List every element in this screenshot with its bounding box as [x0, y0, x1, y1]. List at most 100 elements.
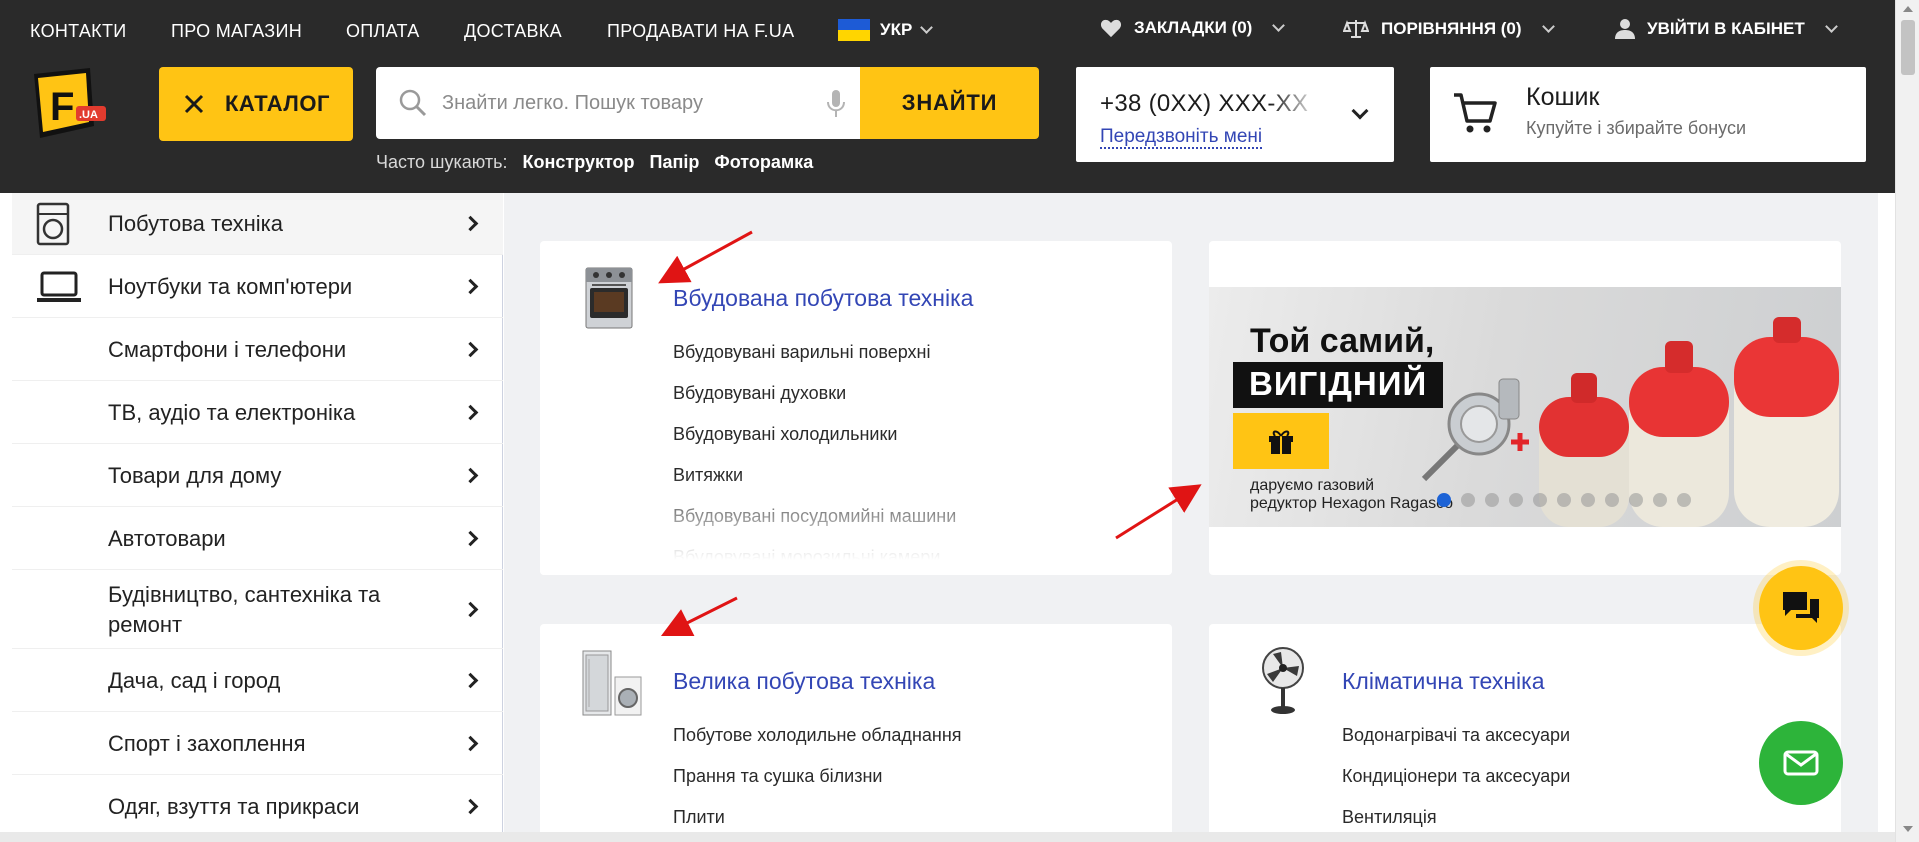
subcategory-link[interactable]: Вбудовувані морозильні камери [673, 537, 956, 575]
category-title-climate[interactable]: Кліматична техніка [1342, 668, 1545, 695]
fan-icon[interactable] [1259, 646, 1307, 716]
subcategory-link[interactable]: Водонагрівачі та аксесуари [1342, 715, 1570, 756]
popular-tag-paper[interactable]: Папір [650, 152, 700, 173]
search-input[interactable] [442, 91, 802, 115]
nav-link-payment[interactable]: ОПЛАТА [346, 21, 420, 42]
subcategory-list: Вбудовувані варильні поверхні Вбудовуван… [673, 332, 956, 575]
site-logo[interactable]: F .UA [28, 64, 110, 144]
carousel-dot[interactable] [1461, 493, 1475, 507]
carousel-dot[interactable] [1605, 493, 1619, 507]
subcategory-link[interactable]: Кондиціонери та аксесуари [1342, 756, 1570, 797]
subcategory-link[interactable]: Витяжки [673, 455, 956, 496]
chevron-right-icon [462, 735, 479, 752]
carousel-dot[interactable] [1485, 493, 1499, 507]
sidebar-item-laptops[interactable]: Ноутбуки та комп'ютери [12, 256, 503, 318]
subcategory-link[interactable]: Вбудовувані холодильники [673, 414, 956, 455]
logo-badge: .UA [79, 109, 98, 121]
oven-icon[interactable] [584, 266, 634, 330]
horizontal-scrollbar[interactable] [0, 832, 1895, 842]
compare-link[interactable]: ПОРІВНЯННЯ (0) [1343, 18, 1555, 40]
scales-icon [1343, 20, 1369, 38]
category-sidebar: Побутова техніка Ноутбуки та комп'ютери … [12, 193, 503, 842]
site-header: КОНТАКТИ ПРО МАГАЗИН ОПЛАТА ДОСТАВКА ПРО… [0, 0, 1895, 193]
sidebar-item-home-goods[interactable]: Товари для дому [12, 445, 503, 507]
sidebar-item-label: Ноутбуки та комп'ютери [108, 273, 353, 299]
language-label: УКР [880, 20, 913, 39]
carousel-dot[interactable] [1653, 493, 1667, 507]
chevron-down-icon [1272, 19, 1286, 32]
gas-regulator-image [1421, 378, 1520, 482]
sidebar-item-tv-audio[interactable]: ТВ, аудіо та електроніка [12, 382, 503, 444]
sidebar-item-appliances[interactable]: Побутова техніка [12, 193, 503, 255]
sidebar-item-label: Будівництво, сантехніка та ремонт [108, 581, 381, 637]
category-title-builtin[interactable]: Вбудована побутова техніка [673, 285, 973, 312]
sidebar-item-label: Дача, сад і город [108, 667, 281, 693]
subcategory-link[interactable]: Вбудовувані посудомийні машини [673, 496, 956, 537]
carousel-dot[interactable] [1629, 493, 1643, 507]
heart-icon [1100, 19, 1122, 38]
nav-link-sell-on-fua[interactable]: ПРОДАВАТИ НА F.UA [607, 21, 794, 42]
chevron-right-icon [462, 278, 479, 295]
carousel-dot[interactable] [1581, 493, 1595, 507]
category-title-large-appliances[interactable]: Велика побутова техніка [673, 668, 935, 695]
subcategory-link[interactable]: Побутове холодильне обладнання [673, 715, 962, 756]
bookmarks-link[interactable]: ЗАКЛАДКИ (0) [1100, 18, 1286, 38]
sidebar-item-smartphones[interactable]: Смартфони і телефони [12, 319, 503, 381]
banner-heading: Той самий, [1250, 322, 1435, 360]
popular-tag-photo-frame[interactable]: Фоторамка [714, 152, 813, 173]
carousel-dot[interactable] [1437, 493, 1451, 507]
chevron-down-icon[interactable] [1351, 102, 1369, 120]
carousel-dot[interactable] [1509, 493, 1523, 507]
carousel-dot[interactable] [1533, 493, 1547, 507]
cart-button[interactable]: Кошик Купуйте і збирайте бонуси [1430, 67, 1866, 162]
scroll-up-arrow-icon[interactable] [1903, 6, 1913, 12]
carousel-dot[interactable] [1557, 493, 1571, 507]
chevron-right-icon [462, 672, 479, 689]
microphone-icon[interactable] [826, 89, 846, 119]
logo-letter: F [50, 85, 74, 129]
fridge-washer-icon[interactable] [581, 649, 643, 717]
gift-badge [1233, 413, 1329, 469]
search-submit-button[interactable]: ЗНАЙТИ [860, 67, 1039, 139]
subcategory-link[interactable]: Вбудовувані варильні поверхні [673, 332, 956, 373]
sidebar-item-garden[interactable]: Дача, сад і город [12, 650, 503, 712]
category-content: Вбудована побутова техніка Вбудовувані в… [504, 193, 1878, 842]
close-icon [184, 94, 204, 114]
nav-link-delivery[interactable]: ДОСТАВКА [464, 21, 562, 42]
contact-mail-button[interactable] [1759, 721, 1843, 805]
carousel-dot[interactable] [1677, 493, 1691, 507]
ukraine-flag-icon [838, 19, 870, 41]
chat-button[interactable] [1759, 566, 1843, 650]
sidebar-item-construction[interactable]: Будівництво, сантехніка та ремонт [12, 571, 503, 649]
nav-link-contacts[interactable]: КОНТАКТИ [30, 21, 127, 42]
scroll-down-arrow-icon[interactable] [1903, 826, 1913, 832]
language-selector[interactable]: УКР [838, 19, 934, 41]
subcategory-link[interactable]: Вбудовувані духовки [673, 373, 956, 414]
search-box [376, 67, 860, 139]
sidebar-item-label: Одяг, взуття та прикраси [108, 793, 360, 819]
sidebar-item-sport[interactable]: Спорт і захоплення [12, 713, 503, 775]
category-card-large-appliances: Велика побутова техніка Побутове холодил… [540, 624, 1172, 842]
chat-icon [1783, 592, 1819, 623]
sidebar-item-label: Товари для дому [108, 462, 282, 488]
search-icon [399, 89, 427, 117]
account-login-link[interactable]: УВІЙТИ В КАБІНЕТ [1615, 18, 1838, 40]
sidebar-item-auto[interactable]: Автотовари [12, 508, 503, 570]
subcategory-list: Водонагрівачі та аксесуари Кондиціонери … [1342, 715, 1570, 838]
sidebar-item-label: Спорт і захоплення [108, 730, 306, 756]
callback-link[interactable]: Передзвоніть мені [1100, 127, 1263, 149]
vertical-scrollbar[interactable] [1895, 0, 1919, 842]
nav-link-about-store[interactable]: ПРО МАГАЗИН [171, 21, 302, 42]
popular-tag-constructor[interactable]: Конструктор [523, 152, 635, 173]
banner-subtitle-line: редуктор Hexagon Ragasco [1250, 495, 1453, 512]
subcategory-link[interactable]: Прання та сушка білизни [673, 756, 962, 797]
chevron-down-icon [1541, 20, 1555, 33]
cart-title: Кошик [1526, 83, 1600, 111]
phone-dropdown[interactable]: +38 (0XX) XXX-XX Передзвоніть мені [1076, 67, 1394, 162]
chevron-right-icon [462, 215, 479, 232]
carousel-dots [1437, 493, 1691, 507]
sidebar-item-clothing[interactable]: Одяг, взуття та прикраси [12, 776, 503, 838]
promo-banner[interactable]: Той самий, ВИГІДНИЙ даруємо газовий реду… [1209, 287, 1841, 527]
catalog-button[interactable]: КАТАЛОГ [159, 67, 353, 141]
scrollbar-thumb[interactable] [1901, 20, 1915, 75]
